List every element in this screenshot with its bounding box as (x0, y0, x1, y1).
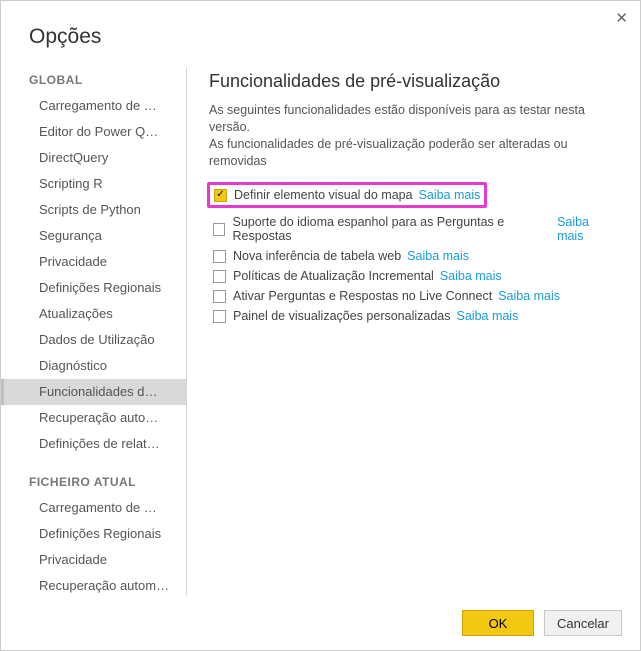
sidebar-heading-global: GLOBAL (1, 67, 186, 93)
checkbox-icon[interactable]: ✓ (214, 189, 227, 202)
sidebar-item[interactable]: Diagnóstico (1, 353, 186, 379)
feature-row: Políticas de Atualização Incremental Saib… (209, 266, 616, 286)
feature-label: Nova inferência de tabela web (233, 249, 401, 263)
feature-row: Suporte do idioma espanhol para as Pergu… (209, 212, 616, 246)
ok-button[interactable]: OK (462, 610, 534, 636)
sidebar-item[interactable]: Privacidade (1, 547, 186, 573)
feature-label: Ativar Perguntas e Respostas no Live Con… (233, 289, 492, 303)
learn-more-link[interactable]: Saiba mais (440, 269, 502, 283)
sidebar-item[interactable]: Editor do Power Q… (1, 119, 186, 145)
sidebar-item[interactable]: Segurança (1, 223, 186, 249)
feature-label: Painel de visualizações personalizadas (233, 309, 451, 323)
learn-more-link[interactable]: Saiba mais (419, 188, 481, 202)
feature-label: Políticas de Atualização Incremental (233, 269, 434, 283)
sidebar-item[interactable]: Definições de relat… (1, 431, 186, 457)
feature-list: ✓ Definir elemento visual do mapa Saiba ma… (209, 182, 616, 326)
sidebar-item[interactable]: DirectQuery (1, 145, 186, 171)
sidebar-item[interactable]: Privacidade (1, 249, 186, 275)
close-icon[interactable]: ✕ (615, 9, 628, 27)
dialog-body: GLOBAL Carregamento de …Editor do Power … (1, 67, 640, 596)
sidebar-heading-file: FICHEIRO ATUAL (1, 457, 186, 495)
page-description: As seguintes funcionalidades estão dispo… (209, 102, 616, 170)
sidebar-item[interactable]: Scripts de Python (1, 197, 186, 223)
feature-row: Ativar Perguntas e Respostas no Live Con… (209, 286, 616, 306)
checkbox-icon[interactable] (213, 290, 226, 303)
sidebar-item[interactable]: Carregamento de … (1, 93, 186, 119)
page-title: Funcionalidades de pré-visualização (209, 71, 616, 92)
feature-row: ✓ Definir elemento visual do mapa Saiba ma… (207, 182, 487, 208)
feature-label: Definir elemento visual do mapa (234, 188, 413, 202)
sidebar-item[interactable]: Carregamento de … (1, 495, 186, 521)
desc-line-1: As seguintes funcionalidades estão dispo… (209, 103, 585, 134)
checkbox-icon[interactable] (213, 223, 225, 236)
learn-more-link[interactable]: Saiba mais (557, 215, 616, 243)
learn-more-link[interactable]: Saiba mais (407, 249, 469, 263)
sidebar-item[interactable]: Definições Regionais (1, 275, 186, 301)
learn-more-link[interactable]: Saiba mais (498, 289, 560, 303)
checkbox-icon[interactable] (213, 270, 226, 283)
sidebar: GLOBAL Carregamento de …Editor do Power … (1, 67, 187, 596)
dialog-title: Opções (1, 1, 640, 67)
desc-line-2: As funcionalidades de pré-visualização p… (209, 137, 568, 168)
checkbox-icon[interactable] (213, 250, 226, 263)
sidebar-item[interactable]: Dados de Utilização (1, 327, 186, 353)
feature-row: Nova inferência de tabela web Saiba mais (209, 246, 616, 266)
learn-more-link[interactable]: Saiba mais (457, 309, 519, 323)
sidebar-item[interactable]: Funcionalidades d… (1, 379, 186, 405)
sidebar-item[interactable]: Recuperação auto… (1, 405, 186, 431)
feature-row: Painel de visualizações personalizadas Sa… (209, 306, 616, 326)
sidebar-item[interactable]: Atualizações (1, 301, 186, 327)
sidebar-item[interactable]: Definições Regionais (1, 521, 186, 547)
main-panel: Funcionalidades de pré-visualização As s… (187, 67, 640, 596)
checkbox-icon[interactable] (213, 310, 226, 323)
dialog-footer: OK Cancelar (462, 610, 622, 636)
cancel-button[interactable]: Cancelar (544, 610, 622, 636)
sidebar-item[interactable]: Scripting R (1, 171, 186, 197)
feature-label: Suporte do idioma espanhol para as Pergu… (232, 215, 551, 243)
sidebar-item[interactable]: Recuperação autom… (1, 573, 186, 596)
